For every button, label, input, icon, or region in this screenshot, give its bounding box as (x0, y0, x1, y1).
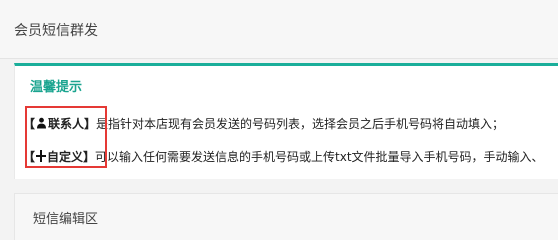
plus-icon (35, 149, 47, 162)
sms-editor-panel: 短信编辑区 (14, 193, 558, 240)
custom-description: 可以输入任何需要发送信息的手机号码或上传txt文件批量导入手机号码，手动输入、 (95, 150, 544, 164)
tips-title: 温馨提示 (30, 80, 83, 95)
tip-custom-tag: 【自定义】 (23, 148, 95, 166)
tag-close: 】 (84, 117, 97, 131)
header-bar: 会员短信群发 (0, 0, 558, 59)
contacts-description: 是指针对本店现有会员发送的号码列表，选择会员之后手机号码将自动填入； (96, 117, 505, 131)
tip-contacts-tag: 【联系人】 (23, 115, 96, 133)
tag-open: 【 (23, 150, 36, 164)
tip-contacts: 【联系人】 是指针对本店现有会员发送的号码列表，选择会员之后手机号码将自动填入； (23, 115, 504, 133)
tag-open: 【 (23, 117, 36, 131)
tips-panel: 温馨提示 【联系人】 是指针对本店现有会员发送的号码列表，选择会员之后手机号码将… (14, 63, 558, 179)
custom-label: 自定义 (47, 150, 84, 164)
person-icon (36, 116, 47, 129)
editor-title: 短信编辑区 (33, 212, 99, 227)
tip-custom: 【自定义】 可以输入任何需要发送信息的手机号码或上传txt文件批量导入手机号码，… (23, 148, 544, 166)
sms-broadcast-page: 会员短信群发 温馨提示 【联系人】 是指针对本店现有会员发送的号码列表，选择会员… (0, 0, 558, 240)
contacts-label: 联系人 (48, 117, 85, 131)
tag-close: 】 (83, 150, 96, 164)
page-title: 会员短信群发 (14, 23, 98, 39)
